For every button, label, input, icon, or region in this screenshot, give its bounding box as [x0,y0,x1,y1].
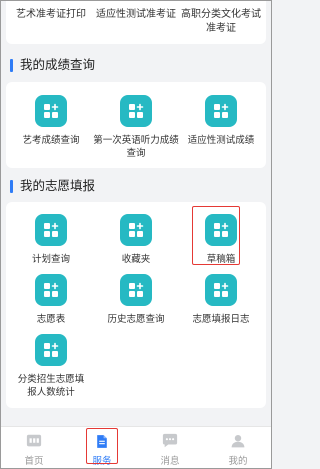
adaptive-test-ticket[interactable]: 适应性测试准考证 [93,8,179,22]
favorites-label: 收藏夹 [121,254,151,265]
plan-query-label: 计划查询 [31,254,70,265]
volunteer-filing-log[interactable]: 志愿填报日志 [178,274,264,326]
app-grid-icon [35,95,67,127]
drafts-highlight-box [192,206,240,265]
section-accent-bar [10,179,13,193]
section-accent-bar [10,58,13,72]
volunteer-filing-log-label: 志愿填报日志 [192,314,250,325]
app-grid-icon [120,274,152,306]
adaptive-test-score[interactable]: 适应性测试成绩 [178,95,264,147]
scores-card: 艺考成绩查询 第一次英语听力成绩查询 适应性测试成绩 [6,82,266,168]
plan-query[interactable]: 计划查询 [8,214,94,266]
app-grid-icon [120,214,152,246]
app-grid-icon [205,95,237,127]
bottom-tab-bar: 首页 服务 消息 我的 [0,426,272,469]
art-exam-score-query[interactable]: 艺考成绩查询 [8,95,94,147]
scores-section-title: 我的成绩查询 [10,57,95,73]
user-icon [228,432,248,450]
home-icon [24,432,44,450]
history-volunteer-query[interactable]: 历史志愿查询 [93,274,179,326]
tab-home[interactable]: 首页 [0,432,68,467]
volunteer-table-label: 志愿表 [36,314,66,325]
applicant-count-statistics-label: 分类招生志愿填报人数统计 [17,374,85,398]
app-grid-icon [35,214,67,246]
exam-ticket-card: 艺术准考证打印 适应性测试准考证 高职分类文化考试准考证 [6,0,266,44]
volunteer-section-title-text: 我的志愿填报 [20,178,96,193]
applicant-count-statistics[interactable]: 分类招生志愿填报人数统计 [8,334,94,399]
chat-icon [160,432,180,450]
app-grid-icon [35,334,67,366]
adaptive-test-ticket-label: 适应性测试准考证 [96,9,176,20]
app-grid-icon [35,274,67,306]
vocational-culture-exam-ticket-label: 高职分类文化考试准考证 [181,9,261,34]
scores-section-title-text: 我的成绩查询 [20,57,96,72]
adaptive-test-score-label: 适应性测试成绩 [187,135,255,146]
art-exam-score-query-label: 艺考成绩查询 [22,135,80,146]
english-listening-score-query[interactable]: 第一次英语听力成绩查询 [93,95,179,160]
art-exam-ticket-print-label: 艺术准考证打印 [16,9,86,20]
app-grid-icon [120,95,152,127]
history-volunteer-query-label: 历史志愿查询 [107,314,165,325]
favorites[interactable]: 收藏夹 [93,214,179,266]
services-tab-highlight-box [86,428,118,464]
tab-profile[interactable]: 我的 [204,432,272,467]
english-listening-score-query-label: 第一次英语听力成绩查询 [93,135,179,159]
tab-home-label: 首页 [24,456,44,467]
vocational-culture-exam-ticket[interactable]: 高职分类文化考试准考证 [178,8,264,36]
volunteer-section-title: 我的志愿填报 [10,178,95,194]
art-exam-ticket-print[interactable]: 艺术准考证打印 [8,8,94,22]
tab-messages[interactable]: 消息 [136,432,204,467]
tab-profile-label: 我的 [228,456,248,467]
tab-messages-label: 消息 [160,456,180,467]
volunteer-table[interactable]: 志愿表 [8,274,94,326]
app-grid-icon [205,274,237,306]
